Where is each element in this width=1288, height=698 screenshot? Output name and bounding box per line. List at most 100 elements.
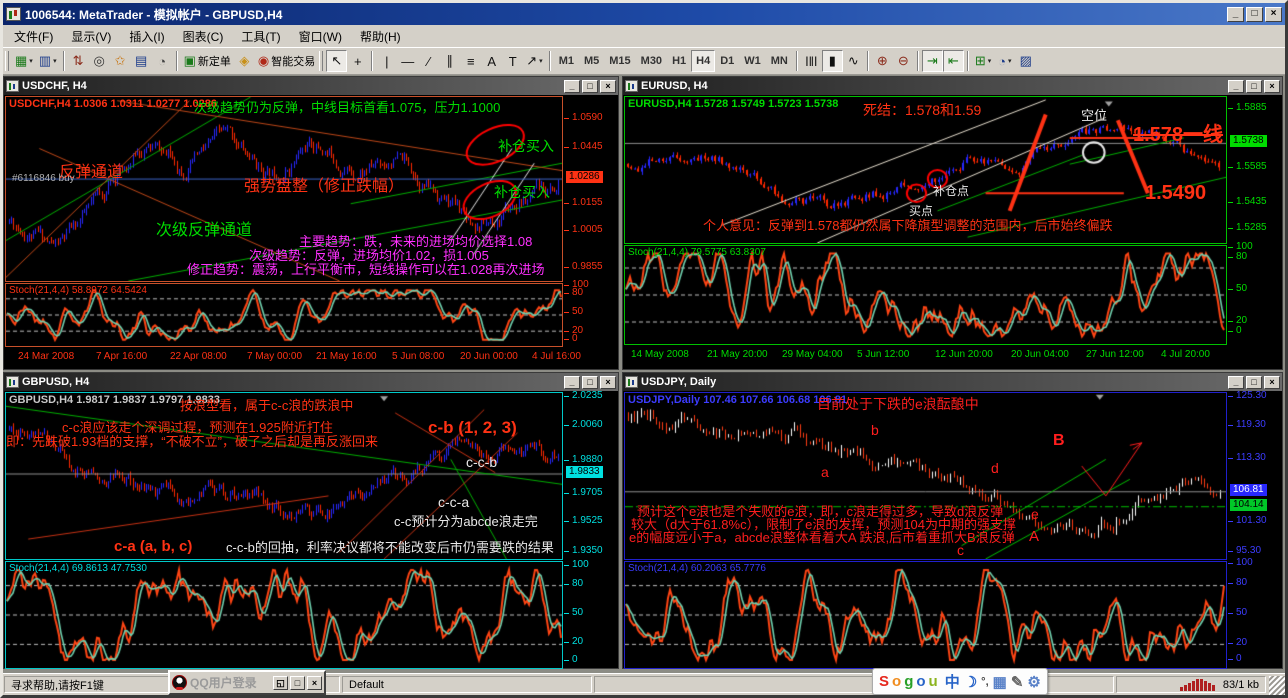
timeframe-m1-button[interactable]: M1 bbox=[554, 50, 579, 72]
timeframe-mn-button[interactable]: MN bbox=[766, 50, 793, 72]
chart-window-titlebar-usdjpy[interactable]: USDJPY, Daily _ □ × bbox=[623, 373, 1282, 391]
stochastic-canvas[interactable] bbox=[625, 562, 1226, 668]
resize-grip[interactable] bbox=[1269, 676, 1285, 695]
price-chart-canvas[interactable] bbox=[6, 97, 562, 281]
chart-close-button[interactable]: × bbox=[600, 375, 616, 389]
minimize-button[interactable]: _ bbox=[1227, 6, 1244, 22]
zoom-out-button[interactable]: ⊖ bbox=[893, 50, 914, 72]
price-axis[interactable]: 2.0235 2.0060 1.9880 1.9833 1.9705 1.9525 1.93… bbox=[564, 390, 618, 668]
new-order-button[interactable]: ▣ 新定单 bbox=[181, 50, 234, 72]
timeframe-h1-button[interactable]: H1 bbox=[667, 50, 691, 72]
chart-maximize-button[interactable]: □ bbox=[1246, 79, 1262, 93]
data-window-button[interactable]: ◎ bbox=[89, 50, 110, 72]
chart-window-titlebar-gbpusd[interactable]: GBPUSD, H4 _ □ × bbox=[4, 373, 618, 391]
toolbar-grip[interactable] bbox=[5, 51, 9, 71]
strategy-tester-icon: ◔ bbox=[158, 53, 167, 69]
price-axis[interactable]: 125.30 119.30 113.30 106.81 104.14 101.30 95.3… bbox=[1228, 390, 1282, 668]
arrows-button[interactable]: ↗ ▾ bbox=[523, 50, 545, 72]
close-button[interactable]: × bbox=[1265, 6, 1282, 22]
expert-advisors-button[interactable]: ◉ 智能交易 bbox=[255, 50, 318, 72]
price-axis[interactable]: 1.0590 1.0445 1.0286 1.0155 1.0005 0.9855 100 8… bbox=[564, 95, 618, 369]
timeframe-m5-button[interactable]: M5 bbox=[579, 50, 604, 72]
chart-maximize-button[interactable]: □ bbox=[582, 375, 598, 389]
axis-tick-mark bbox=[564, 460, 569, 461]
zoom-in-button[interactable]: ⊕ bbox=[872, 50, 893, 72]
timeframe-m30-button[interactable]: M30 bbox=[636, 50, 667, 72]
timeframe-h4-button[interactable]: H4 bbox=[691, 50, 716, 72]
bar-chart-button[interactable]: ǀǁǀ bbox=[801, 50, 822, 72]
cursor-button[interactable]: ↖ bbox=[326, 50, 348, 72]
text-label-button[interactable]: T bbox=[502, 50, 523, 72]
sogou-hand-icon[interactable]: ✎ bbox=[1011, 673, 1024, 691]
chart-maximize-button[interactable]: □ bbox=[1246, 375, 1262, 389]
chart-close-button[interactable]: × bbox=[1264, 375, 1280, 389]
navigator-button[interactable]: ✩ bbox=[110, 50, 131, 72]
chart-minimize-button[interactable]: _ bbox=[564, 375, 580, 389]
sogou-keyboard-icon[interactable]: ▦ bbox=[993, 673, 1007, 691]
terminal-button[interactable]: ▤ bbox=[131, 50, 152, 72]
qq-close-button[interactable]: × bbox=[307, 675, 322, 690]
timeframe-w1-button[interactable]: W1 bbox=[739, 50, 766, 72]
stochastic-canvas[interactable] bbox=[6, 562, 562, 668]
indicators-button[interactable]: ⊞ ▾ bbox=[972, 50, 994, 72]
price-axis[interactable]: 1.5885 1.5738 1.5585 1.5435 1.5285 100 80 50 20 0 bbox=[1228, 95, 1282, 369]
crosshair-button[interactable]: + bbox=[347, 50, 368, 72]
chart-window-titlebar-usdchf[interactable]: USDCHF, H4 _ □ × bbox=[4, 77, 618, 95]
periods-button[interactable]: ◔ ▾ bbox=[994, 50, 1015, 72]
stochastic-canvas[interactable] bbox=[625, 246, 1226, 344]
qq-login-window[interactable]: QQ用户登录 ◱ □ × bbox=[168, 670, 326, 695]
chart-minimize-button[interactable]: _ bbox=[1228, 375, 1244, 389]
price-pane bbox=[624, 392, 1227, 560]
candlestick-chart-button[interactable]: ▮ bbox=[821, 50, 843, 72]
sogou-chinese-mode-icon[interactable]: 中 bbox=[945, 671, 960, 692]
strategy-tester-button[interactable]: ◔ bbox=[152, 50, 173, 72]
chart-close-button[interactable]: × bbox=[600, 79, 616, 93]
auto-scroll-button[interactable]: ⇥ bbox=[921, 50, 943, 72]
axis-tick-label: 1.9350 bbox=[572, 545, 603, 556]
price-chart-canvas[interactable] bbox=[625, 393, 1226, 559]
metaeditor-button[interactable]: ◈ bbox=[234, 50, 255, 72]
timeframe-d1-button[interactable]: D1 bbox=[715, 50, 739, 72]
menu-item-3[interactable]: 图表(C) bbox=[174, 26, 233, 47]
sogou-wrench-icon[interactable]: ⚙ bbox=[1027, 673, 1040, 691]
trendline-button[interactable]: ∕ bbox=[418, 50, 439, 72]
menu-item-1[interactable]: 显示(V) bbox=[62, 26, 120, 47]
axis-tick-label: 50 bbox=[572, 306, 584, 317]
price-chart-canvas[interactable] bbox=[625, 97, 1226, 243]
sogou-fullmoon-icon[interactable]: ☽ bbox=[964, 673, 977, 691]
fibonacci-button[interactable]: ≡ bbox=[460, 50, 481, 72]
menu-item-0[interactable]: 文件(F) bbox=[5, 26, 62, 47]
horizontal-line-button[interactable]: — bbox=[397, 50, 418, 72]
menu-item-4[interactable]: 工具(T) bbox=[232, 26, 289, 47]
toolbar-grip[interactable] bbox=[319, 51, 324, 71]
qq-maximize-button[interactable]: □ bbox=[290, 675, 305, 690]
qq-window-title: QQ用户登录 bbox=[190, 676, 257, 690]
vertical-line-button[interactable]: | bbox=[376, 50, 397, 72]
market-watch-button[interactable]: ⇅ bbox=[68, 50, 89, 72]
profiles-button[interactable]: ▥ ▾ bbox=[36, 50, 60, 72]
crosshair-icon: + bbox=[353, 53, 362, 69]
chart-maximize-button[interactable]: □ bbox=[582, 79, 598, 93]
indicators-icon: ⊞ bbox=[974, 53, 986, 68]
line-chart-button[interactable]: ∿ bbox=[843, 50, 864, 72]
app-titlebar[interactable]: 1006544: MetaTrader - 模拟帐户 - GBPUSD,H4 _… bbox=[3, 3, 1285, 25]
sogou-input-bar[interactable]: So g o u 中 ☽ °, ▦ ✎ ⚙ bbox=[872, 668, 1048, 695]
chart-close-button[interactable]: × bbox=[1264, 79, 1280, 93]
chart-minimize-button[interactable]: _ bbox=[564, 79, 580, 93]
menu-item-6[interactable]: 帮助(H) bbox=[351, 26, 410, 47]
menu-item-5[interactable]: 窗口(W) bbox=[290, 26, 351, 47]
chart-window-titlebar-eurusd[interactable]: EURUSD, H4 _ □ × bbox=[623, 77, 1282, 95]
sogou-punctuation-icon[interactable]: °, bbox=[981, 676, 988, 688]
maximize-button[interactable]: □ bbox=[1246, 6, 1263, 22]
new-chart-button[interactable]: ▦ ▾ bbox=[12, 50, 36, 72]
equidistant-channel-button[interactable]: ∥ bbox=[439, 50, 460, 72]
price-chart-canvas[interactable] bbox=[6, 393, 562, 559]
text-button[interactable]: A bbox=[481, 50, 502, 72]
templates-button[interactable]: ▨ bbox=[1015, 50, 1036, 72]
qq-restore-button[interactable]: ◱ bbox=[273, 675, 288, 690]
menu-item-2[interactable]: 插入(I) bbox=[120, 26, 173, 47]
timeframe-m15-button[interactable]: M15 bbox=[604, 50, 635, 72]
status-profile[interactable]: Default bbox=[342, 676, 592, 693]
chart-shift-button[interactable]: ⇤ bbox=[942, 50, 964, 72]
chart-minimize-button[interactable]: _ bbox=[1228, 79, 1244, 93]
